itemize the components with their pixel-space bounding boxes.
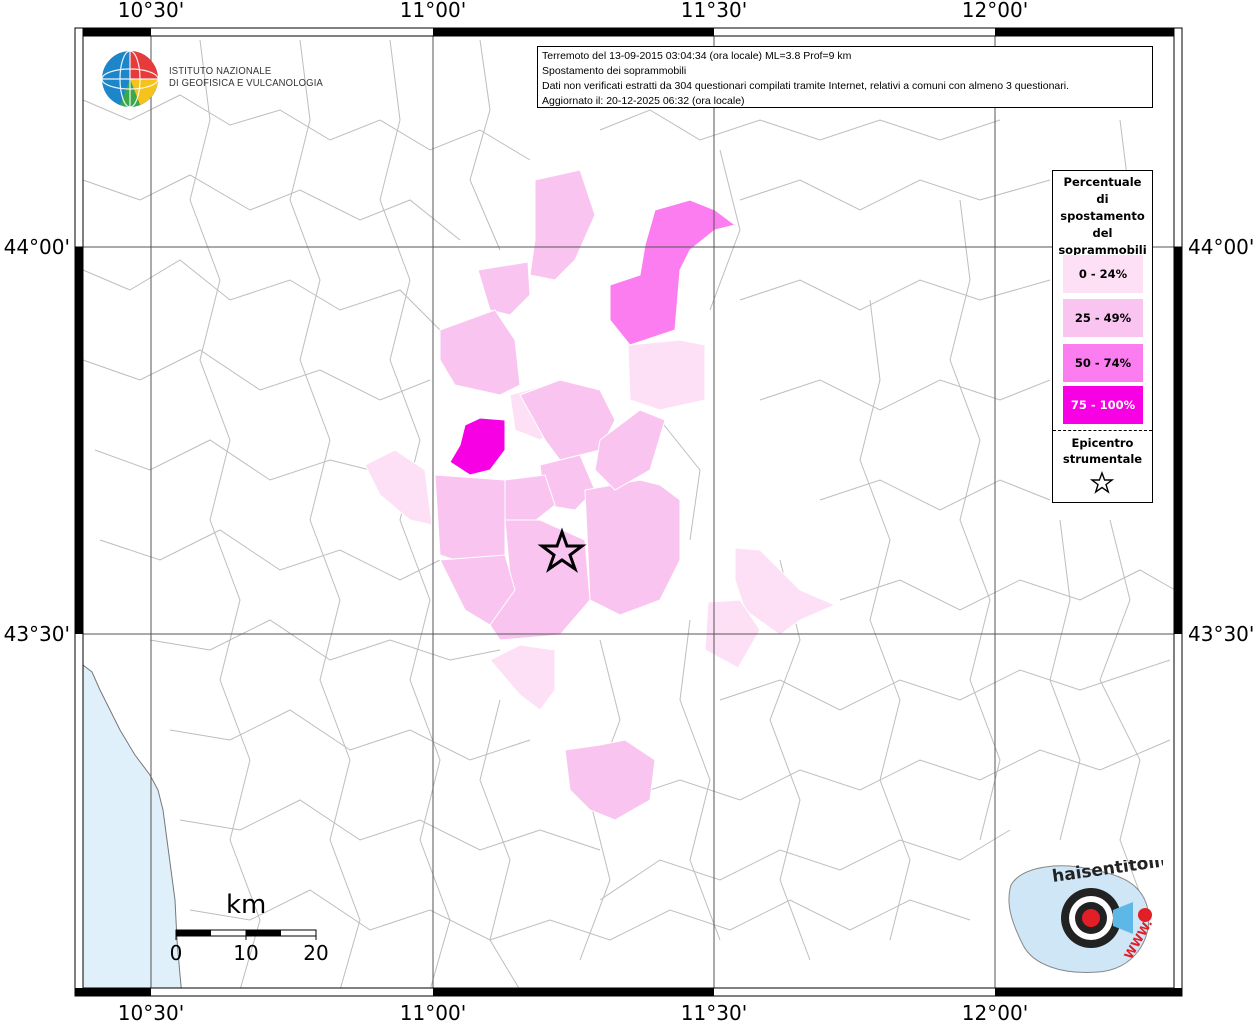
area-25-49: [434, 474, 506, 566]
lat-label-right: 44°00': [1188, 235, 1254, 259]
legend-divider: [1053, 430, 1152, 431]
legend-class-0-24: 0 - 24%: [1063, 255, 1143, 293]
legend-title-line: spostamento: [1060, 209, 1145, 223]
event-title: Terremoto del 13-09-2015 03:04:34 (ora l…: [542, 50, 852, 62]
haisentito-logo-icon: haisentitoilterremoto.it WWW.: [1008, 860, 1163, 974]
scale-tick: 20: [303, 941, 328, 965]
scale-tick: 10: [233, 941, 258, 965]
scale-bar: km 0 10 20: [170, 890, 340, 970]
legend-epicenter-line: Epicentro: [1071, 436, 1134, 450]
legend-class-75-100: 75 - 100%: [1063, 386, 1143, 424]
ingv-logo-icon: [101, 50, 159, 108]
lon-label-top: 10°30': [118, 0, 184, 22]
event-info-box: Terremoto del 13-09-2015 03:04:34 (ora l…: [537, 46, 1153, 108]
legend-title: Percentuale di spostamento del soprammob…: [1053, 174, 1152, 259]
area-0-24: [627, 339, 706, 411]
lon-label-bottom: 11°00': [400, 1001, 466, 1024]
lon-label-top: 12°00': [962, 0, 1028, 22]
scale-tick: 0: [170, 941, 182, 965]
legend-class-50-74: 50 - 74%: [1063, 344, 1143, 382]
lon-label-bottom: 11°30': [681, 1001, 747, 1024]
update-time: Aggiornato il: 20-12-2025 06:32 (ora loc…: [542, 95, 745, 107]
ingv-name-line: DI GEOFISICA E VULCANOLOGIA: [169, 77, 323, 89]
ingv-name-line: ISTITUTO NAZIONALE: [169, 65, 272, 77]
legend-star-icon: [1090, 471, 1114, 494]
lat-label-left: 44°00': [4, 235, 70, 259]
legend-class-25-49: 25 - 49%: [1063, 299, 1143, 337]
scale-bar-graphic: 0 10 20: [170, 929, 329, 965]
scale-unit: km: [226, 890, 267, 920]
ingv-name: ISTITUTO NAZIONALE DI GEOFISICA E VULCAN…: [169, 65, 323, 89]
data-note: Dati non verificati estratti da 304 ques…: [542, 80, 1070, 92]
lat-label-left: 43°30': [4, 622, 70, 646]
lon-label-bottom: 10°30': [118, 1001, 184, 1024]
legend-title-line: Percentuale: [1063, 175, 1142, 189]
legend-title-line: del: [1092, 226, 1113, 240]
legend-epicenter-line: strumentale: [1062, 452, 1143, 466]
legend-epicenter-label: Epicentro strumentale: [1053, 435, 1152, 467]
lat-label-right: 43°30': [1188, 622, 1254, 646]
legend-title-line: di: [1096, 192, 1109, 206]
legend: Percentuale di spostamento del soprammob…: [1052, 170, 1153, 503]
lon-label-top: 11°00': [400, 0, 466, 22]
lon-label-top: 11°30': [681, 0, 747, 22]
lon-label-bottom: 12°00': [962, 1001, 1028, 1024]
map-subject: Spostamento dei soprammobili: [542, 65, 687, 77]
